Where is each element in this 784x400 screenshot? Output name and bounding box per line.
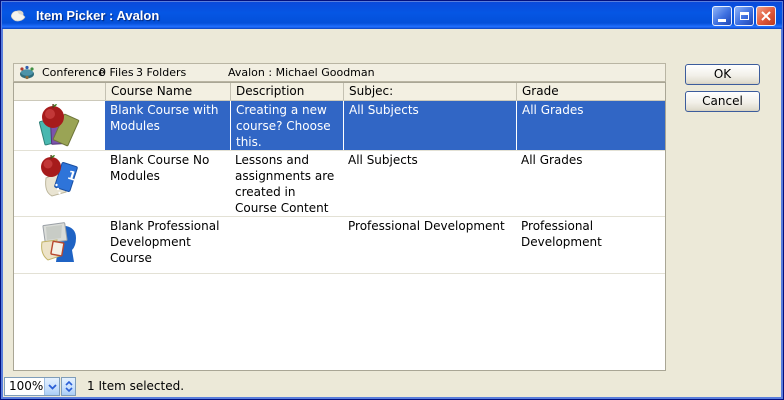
minimize-icon xyxy=(718,19,726,22)
selection-status: 1 Item selected. xyxy=(87,377,184,396)
cell-description[interactable] xyxy=(230,217,343,273)
title-bar[interactable]: Item Picker : Avalon xyxy=(2,2,782,29)
table-row[interactable]: 1 Blank Course No Modules Lessons and as… xyxy=(14,151,665,217)
context-label: Avalon : Michael Goodman xyxy=(228,64,375,81)
chevron-up-icon xyxy=(65,381,73,386)
ok-button[interactable]: OK xyxy=(685,64,760,85)
column-header-description[interactable]: Description xyxy=(230,83,343,100)
cell-grade[interactable]: Professional Development xyxy=(516,217,665,273)
cell-description[interactable]: Lessons and assignments are created in C… xyxy=(230,151,343,216)
table-row[interactable]: Blank Professional Development Course Pr… xyxy=(14,217,665,274)
close-icon xyxy=(761,11,771,21)
cell-course-name[interactable]: Blank Course with Modules xyxy=(105,101,230,150)
column-header-icon[interactable] xyxy=(14,83,105,100)
files-count: 0 Files xyxy=(99,64,134,81)
cell-grade[interactable]: All Grades xyxy=(516,101,665,150)
window-title: Item Picker : Avalon xyxy=(36,8,159,23)
folders-count: 3 Folders xyxy=(136,64,186,81)
column-header-grade[interactable]: Grade xyxy=(516,83,665,100)
zoom-value: 100% xyxy=(9,378,43,395)
close-button[interactable] xyxy=(756,6,776,26)
course-no-modules-icon: 1 xyxy=(14,151,105,216)
folder-name: Conference xyxy=(42,64,105,81)
cell-grade[interactable]: All Grades xyxy=(516,151,665,216)
column-header-course-name[interactable]: Course Name xyxy=(105,83,230,100)
zoom-spinner[interactable] xyxy=(61,377,76,396)
table-header-row: Course Name Description Subjec: Grade xyxy=(14,83,665,101)
item-picker-dialog: Item Picker : Avalon Conference 0 Files … xyxy=(0,0,784,400)
maximize-button[interactable] xyxy=(734,6,754,26)
window-icon xyxy=(9,8,29,24)
cell-subject[interactable]: Professional Development xyxy=(343,217,516,273)
chevron-down-icon xyxy=(65,387,73,392)
zoom-combobox[interactable]: 100% xyxy=(4,377,60,396)
cell-course-name[interactable]: Blank Course No Modules xyxy=(105,151,230,216)
window-controls xyxy=(712,6,776,26)
cell-description[interactable]: Creating a new course? Choose this. xyxy=(230,101,343,150)
cell-subject[interactable]: All Subjects xyxy=(343,151,516,216)
status-bar: 100% 1 Item selected. xyxy=(4,375,780,397)
table-row[interactable]: Blank Course with Modules Creating a new… xyxy=(14,101,665,151)
item-table: Course Name Description Subjec: Grade Bl… xyxy=(13,82,666,371)
conference-icon xyxy=(19,65,35,80)
column-header-subject[interactable]: Subjec: xyxy=(343,83,516,100)
cell-subject[interactable]: All Subjects xyxy=(343,101,516,150)
cell-course-name[interactable]: Blank Professional Development Course xyxy=(105,217,230,273)
zoom-dropdown-button[interactable] xyxy=(44,378,59,395)
folder-info-bar: Conference 0 Files 3 Folders Avalon : Mi… xyxy=(13,63,666,82)
maximize-icon xyxy=(740,12,749,20)
cancel-button[interactable]: Cancel xyxy=(685,91,760,112)
course-with-modules-icon xyxy=(14,101,105,150)
minimize-button[interactable] xyxy=(712,6,732,26)
professional-development-icon xyxy=(14,217,105,273)
chevron-down-icon xyxy=(48,384,57,390)
